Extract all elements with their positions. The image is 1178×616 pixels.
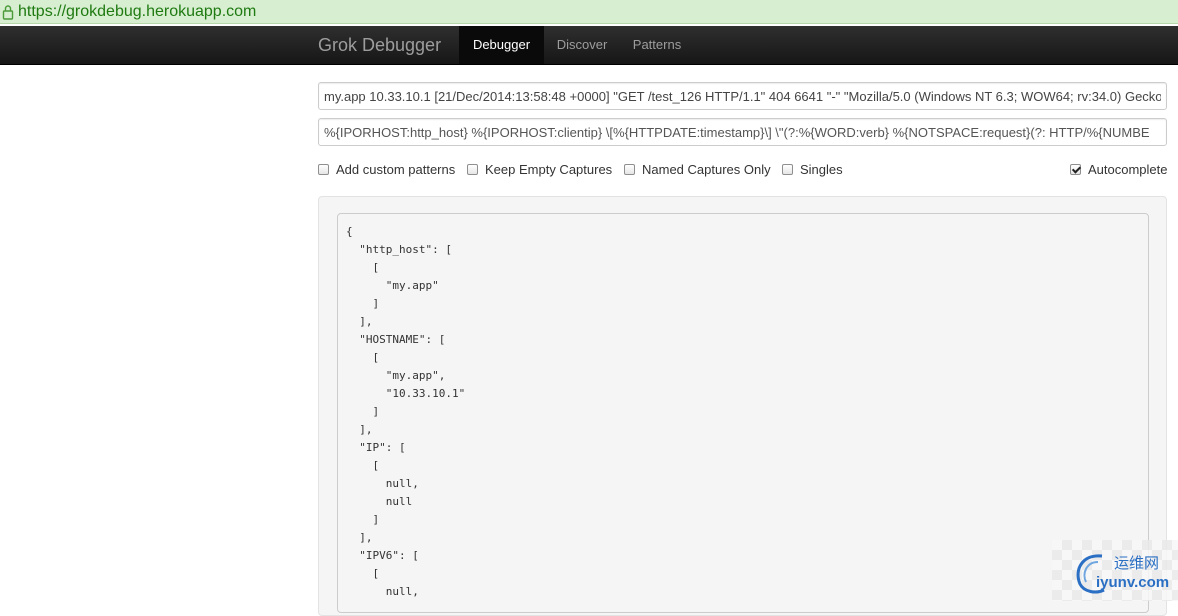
brand-title[interactable]: Grok Debugger (318, 35, 441, 56)
watermark-logo: 运维网 iyunv.com (1052, 540, 1178, 601)
add-custom-patterns-checkbox[interactable] (318, 163, 329, 175)
named-captures-only-label: Named Captures Only (642, 161, 771, 177)
watermark-cn-text: 运维网 (1114, 554, 1160, 572)
output-line: ] (346, 297, 380, 310)
nav-tab-discover[interactable]: Discover (544, 26, 620, 64)
option-keep-empty-captures[interactable]: Keep Empty Captures (467, 161, 612, 177)
output-line: [ (346, 351, 380, 364)
pattern-input-field (318, 118, 1167, 146)
output-line: ] (346, 513, 380, 526)
nav-tab-debugger[interactable]: Debugger (459, 26, 544, 64)
log-input-field (318, 82, 1167, 110)
output-line: "HOSTNAME": [ (346, 333, 446, 346)
output-line: "http_host": [ (346, 243, 452, 256)
output-line: ], (346, 531, 373, 544)
watermark-en-text: iyunv.com (1096, 574, 1170, 591)
option-add-custom-patterns[interactable]: Add custom patterns (318, 161, 455, 177)
add-custom-patterns-label: Add custom patterns (336, 161, 456, 177)
output-line: "my.app", (346, 369, 446, 382)
autocomplete-label: Autocomplete (1088, 161, 1168, 177)
nav-tab-patterns[interactable]: Patterns (620, 26, 694, 64)
output-line: "IP": [ (346, 441, 406, 454)
browser-url-bar[interactable]: https://grokdebug.herokuapp.com (0, 0, 1178, 24)
log-input[interactable] (319, 83, 1166, 109)
option-named-captures-only[interactable]: Named Captures Only (624, 161, 771, 177)
keep-empty-captures-label: Keep Empty Captures (485, 161, 613, 177)
output-line: "IPV6": [ (346, 549, 419, 562)
lock-icon (2, 5, 14, 20)
named-captures-only-checkbox[interactable] (624, 163, 635, 175)
output-line: ] (346, 405, 380, 418)
output-line: "my.app" (346, 279, 439, 292)
output-line: [ (346, 459, 380, 472)
top-navbar: Grok Debugger Debugger Discover Patterns (0, 26, 1178, 65)
output-line: [ (346, 261, 380, 274)
output-line: { (346, 225, 353, 238)
output-line: null, (346, 477, 419, 490)
output-line: "10.33.10.1" (346, 387, 466, 400)
output-line: ], (346, 315, 373, 328)
url-text[interactable]: https://grokdebug.herokuapp.com (18, 3, 256, 21)
pattern-input[interactable] (319, 119, 1166, 145)
output-line: [ (346, 567, 380, 580)
output-panel: { "http_host": [ [ "my.app" ] ], "HOSTNA… (337, 213, 1149, 613)
output-line: null, (346, 585, 419, 598)
singles-label: Singles (800, 161, 843, 177)
keep-empty-captures-checkbox[interactable] (467, 163, 478, 175)
option-autocomplete[interactable]: Autocomplete (1070, 161, 1168, 177)
grok-output-json: { "http_host": [ [ "my.app" ] ], "HOSTNA… (338, 214, 1148, 610)
output-line: null (346, 495, 413, 508)
output-line: ], (346, 423, 373, 436)
autocomplete-checkbox[interactable] (1070, 163, 1081, 175)
singles-checkbox[interactable] (782, 163, 793, 175)
option-singles[interactable]: Singles (782, 161, 843, 177)
